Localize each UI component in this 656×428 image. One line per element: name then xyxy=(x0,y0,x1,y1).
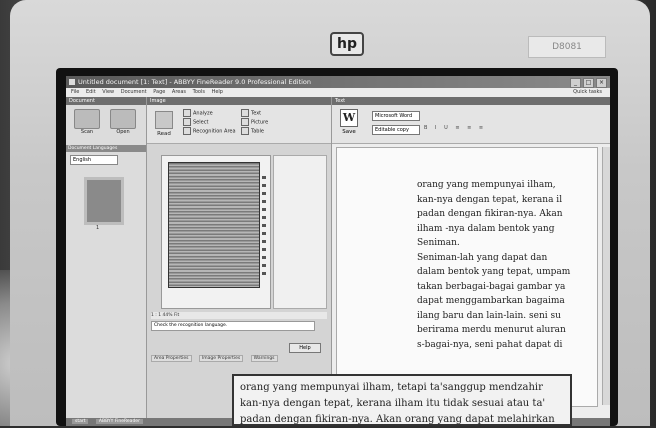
help-button[interactable]: Help xyxy=(289,343,321,353)
picture-area-tool[interactable]: Picture xyxy=(241,118,268,127)
text-toolbar: W Save Microsoft Word Editable copy B I … xyxy=(332,105,610,144)
text-pane-header: Text xyxy=(332,97,610,105)
document-pane: Document Scan Open Document Languages En… xyxy=(66,97,147,426)
menu-tools[interactable]: Tools xyxy=(193,89,205,95)
scan-button[interactable]: Scan xyxy=(72,109,102,135)
scanner-icon xyxy=(74,109,100,129)
menu-edit[interactable]: Edit xyxy=(86,89,96,95)
ocr-line: dapat menggambarkan bagaima xyxy=(417,296,565,306)
brand-logo: hp xyxy=(330,32,364,56)
title-bar: Untitled document [1: Text] - ABBYY Fine… xyxy=(66,76,610,88)
ocr-line: s-bagai-nya, seni pahat dapat di xyxy=(417,339,563,350)
ocr-line: Seniman. xyxy=(417,238,460,248)
ocr-line: ilham -nya dalam bentok yang xyxy=(417,223,555,234)
recognition-area-tool[interactable]: Recognition Area xyxy=(183,127,236,136)
languages-header: Document Languages xyxy=(66,145,146,152)
read-label: Read xyxy=(157,131,171,137)
minimize-icon[interactable]: _ xyxy=(570,78,581,88)
ocr-line: dalam bentok yang tepat, umpam xyxy=(417,267,571,277)
image-tools-right: Text Picture Table xyxy=(241,109,268,136)
tab-area-properties[interactable]: Area Properties xyxy=(151,355,192,362)
tab-image-properties[interactable]: Image Properties xyxy=(198,355,244,362)
page-thumbnail[interactable] xyxy=(84,177,124,225)
document-pane-header: Document xyxy=(66,97,146,105)
ocr-line: berirama merdu menurut aluran xyxy=(417,325,566,335)
window-title: Untitled document [1: Text] - ABBYY Fine… xyxy=(78,78,312,86)
ocr-line: kan-nya dengan tepat, kerana il xyxy=(417,194,563,205)
analyze-tool[interactable]: Analyze xyxy=(183,109,236,118)
ocr-line: orang yang mempunyai ilham, xyxy=(417,180,556,190)
start-button[interactable]: start xyxy=(72,419,89,424)
select-tool[interactable]: Select xyxy=(183,118,236,127)
ocr-line: takan berbagai-bagai gambar ya xyxy=(417,281,566,292)
recognition-area-icon xyxy=(183,127,191,135)
text-area-label: Text xyxy=(251,110,262,117)
quick-tasks-link[interactable]: Quick tasks xyxy=(573,88,602,97)
recognized-text-editor[interactable]: orang yang mempunyai ilham, kan-nya deng… xyxy=(336,147,598,407)
menu-areas[interactable]: Areas xyxy=(172,89,186,95)
open-label: Open xyxy=(116,129,130,135)
format-select[interactable]: Microsoft Word xyxy=(372,111,420,121)
copy-mode-select[interactable]: Editable copy xyxy=(372,125,420,135)
table-area-icon xyxy=(241,127,249,135)
app-icon xyxy=(69,79,75,85)
page-margin-text xyxy=(262,176,266,276)
text-area-tool[interactable]: Text xyxy=(241,109,268,118)
select-label: Select xyxy=(193,119,209,126)
zoom-view xyxy=(273,155,327,309)
picture-area-icon xyxy=(241,118,249,126)
ocr-text: orang yang mempunyai ilham, kan-nya deng… xyxy=(417,178,593,352)
recognition-area-label: Recognition Area xyxy=(193,128,236,135)
text-scrollbar[interactable] xyxy=(602,147,610,405)
menu-bar: File Edit View Document Page Areas Tools… xyxy=(66,88,610,97)
maximize-icon[interactable]: □ xyxy=(583,78,594,88)
menu-help[interactable]: Help xyxy=(212,89,223,95)
paper-line: kan-nya dengan tepat, kerana ilham itu t… xyxy=(240,398,546,409)
document-toolbar: Scan Open xyxy=(66,105,146,141)
menu-document[interactable]: Document xyxy=(121,89,147,95)
save-button[interactable]: W Save xyxy=(340,109,358,135)
scanned-page-image[interactable] xyxy=(161,155,271,309)
scan-label: Scan xyxy=(80,129,94,135)
properties-tabs: Area Properties Image Properties Warning… xyxy=(151,355,327,363)
ocr-line: padan dengan fikiran-nya. Akan xyxy=(417,209,563,219)
recognized-text-area[interactable] xyxy=(168,162,260,288)
printed-paper: orang yang mempunyai ilham, tetapi ta'sa… xyxy=(232,374,572,426)
image-toolbar: Read Analyze Select Recognition Area Tex… xyxy=(147,105,331,144)
image-pane-header: Image xyxy=(147,97,331,105)
close-icon[interactable]: × xyxy=(596,78,607,88)
page-number: 1 xyxy=(96,225,100,231)
menu-page[interactable]: Page xyxy=(153,89,165,95)
ocr-line: Seniman-lah yang dapat dan xyxy=(417,252,548,263)
text-area-icon xyxy=(241,109,249,117)
analyze-label: Analyze xyxy=(193,110,213,117)
model-label: D8081 xyxy=(528,36,606,58)
save-label: Save xyxy=(342,129,356,135)
paper-line: orang yang mempunyai ilham, tetapi ta'sa… xyxy=(240,382,543,393)
ocr-line: ilang baru dan lain-lain. seni su xyxy=(417,310,561,321)
picture-area-label: Picture xyxy=(251,119,269,126)
warning-message: Check the recognition language. xyxy=(151,321,315,331)
open-button[interactable]: Open xyxy=(108,109,138,135)
table-area-label: Table xyxy=(251,128,264,135)
menu-view[interactable]: View xyxy=(102,89,114,95)
select-icon xyxy=(183,118,191,126)
formatting-buttons[interactable]: B I U ≡ ≡ ≡ xyxy=(424,125,486,131)
word-icon: W xyxy=(340,109,358,127)
image-zoom-status[interactable]: 1 : 1 44% Fit xyxy=(151,312,327,319)
taskbar-item-finereader[interactable]: ABBYY FineReader xyxy=(95,419,143,424)
analyze-icon xyxy=(183,109,191,117)
image-tools-left: Analyze Select Recognition Area xyxy=(183,109,236,136)
window-controls: _ □ × xyxy=(570,78,607,88)
language-select[interactable]: English xyxy=(70,155,118,165)
folder-icon xyxy=(110,109,136,129)
read-button[interactable]: Read xyxy=(153,111,175,139)
read-icon xyxy=(155,111,173,129)
tab-warnings[interactable]: Warnings xyxy=(250,355,278,362)
table-area-tool[interactable]: Table xyxy=(241,127,268,136)
menu-file[interactable]: File xyxy=(71,89,79,95)
